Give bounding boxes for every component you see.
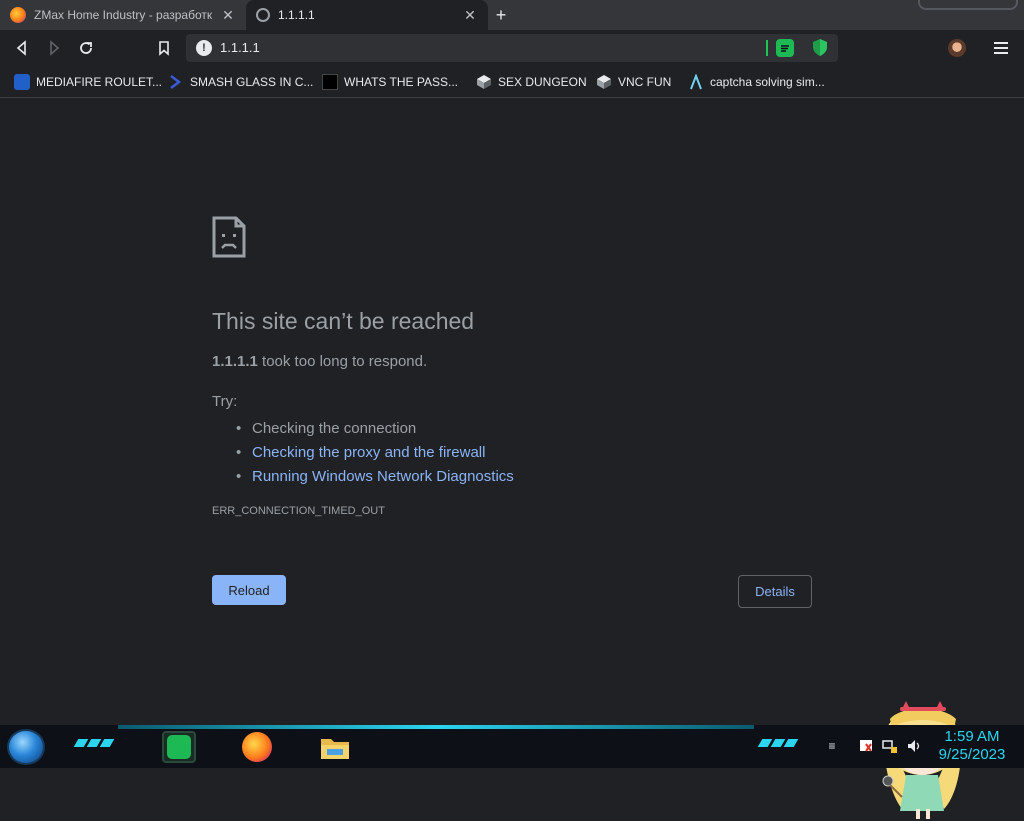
reload-page-button[interactable] [74,36,98,60]
tab-1111[interactable]: 1.1.1.1 ✕ [246,0,488,30]
suggestion-check-proxy-link[interactable]: Checking the proxy and the firewall [236,440,514,464]
show-hidden-icons[interactable]: ≡ [824,738,840,754]
bookmark-captcha-solving[interactable]: captcha solving sim... [688,72,825,92]
sad-page-icon [212,216,246,258]
tab-zmax[interactable]: ZMax Home Industry - разработк ✕ [0,0,246,30]
firefox-icon [242,732,272,762]
tab-title: ZMax Home Industry - разработк [34,8,213,22]
spotify-taskbar-button[interactable] [162,731,196,763]
window-frame-decoration [918,0,1018,10]
back-arrow-icon [16,40,26,56]
error-host: 1.1.1.1 [212,353,258,370]
bookmark-page-button[interactable] [152,36,176,60]
bookmark-smash-glass[interactable]: SMASH GLASS IN C... [168,72,313,92]
error-description: 1.1.1.1 took too long to respond. [212,353,427,370]
system-clock[interactable]: 1:59 AM 9/25/2023 [930,728,1014,764]
bookmark-label: captcha solving sim... [710,75,825,89]
volume-icon[interactable] [906,738,922,754]
refresh-icon [80,42,92,54]
omnibox-divider [766,40,768,56]
firefox-icon [10,7,26,23]
dark-square-icon [322,74,338,90]
bookmark-label: SEX DUNGEON [498,75,587,89]
suggestions-list: Checking the connection Checking the pro… [236,416,514,488]
reload-button[interactable]: Reload [212,575,286,605]
file-explorer-taskbar-button[interactable] [318,731,352,763]
close-tab-icon[interactable]: ✕ [220,7,236,24]
spotify-icon [167,735,191,759]
mediafire-icon [14,74,30,90]
bookmark-label: SMASH GLASS IN C... [190,75,314,89]
browser-menu-icon[interactable] [994,38,1008,58]
taskbar-decoration-right [757,739,799,749]
shield-extension-icon[interactable] [812,38,828,57]
address-bar[interactable]: ! 1.1.1.1 [186,34,838,62]
forward-arrow-icon [50,40,60,56]
browser-toolbar: ! 1.1.1.1 [0,30,1024,66]
details-button[interactable]: Details [738,575,812,608]
clock-time: 1:59 AM [944,728,1000,745]
chevron-icon [170,75,182,89]
bookmark-sex-dungeon[interactable]: SEX DUNGEON [476,72,587,92]
new-tab-button[interactable]: + [490,5,512,25]
error-desc-text: took too long to respond. [257,353,428,370]
suggestion-network-diagnostics-link[interactable]: Running Windows Network Diagnostics [236,464,514,488]
back-button[interactable] [10,36,34,60]
cube-icon [477,75,491,89]
taskbar-decoration-left [73,739,115,749]
bookmark-label: MEDIAFIRE ROULET... [36,75,163,89]
action-center-flag-icon[interactable] [858,738,874,754]
network-icon[interactable] [882,738,898,754]
bookmark-mediafire[interactable]: MEDIAFIRE ROULET... [14,72,162,92]
cube-icon [597,75,611,89]
globe-icon [256,8,270,22]
suggestion-check-connection: Checking the connection [236,416,514,440]
file-explorer-icon [321,739,349,759]
error-page: This site can’t be reached 1.1.1.1 took … [0,99,1024,819]
bookmark-whats-the-pass[interactable]: WHATS THE PASS... [322,72,458,92]
tab-strip: ZMax Home Industry - разработк ✕ 1.1.1.1… [0,0,1024,30]
taskbar-glow-strip [118,725,754,729]
lambda-icon [690,74,702,90]
taskbar: ≡ 1:59 AM 9/25/2023 [0,725,1024,768]
profile-avatar[interactable] [948,39,966,57]
tab-title: 1.1.1.1 [278,8,315,22]
bookmarks-bar: MEDIAFIRE ROULET... SMASH GLASS IN C... … [0,66,1024,98]
error-code: ERR_CONNECTION_TIMED_OUT [212,505,385,517]
clock-date: 9/25/2023 [938,746,1006,763]
try-label: Try: [212,393,238,410]
url-text: 1.1.1.1 [220,40,260,55]
error-title: This site can’t be reached [212,308,475,334]
bookmark-vnc-fun[interactable]: VNC FUN [596,72,671,92]
forward-button[interactable] [42,36,66,60]
firefox-taskbar-button[interactable] [240,731,274,763]
bookmark-label: WHATS THE PASS... [344,75,459,89]
close-tab-icon[interactable]: ✕ [462,7,478,24]
bookmark-icon [159,41,169,56]
start-button[interactable] [7,729,45,765]
bookmark-label: VNC FUN [618,75,672,89]
spotify-extension-icon[interactable] [776,39,794,57]
site-info-icon[interactable]: ! [196,40,212,56]
